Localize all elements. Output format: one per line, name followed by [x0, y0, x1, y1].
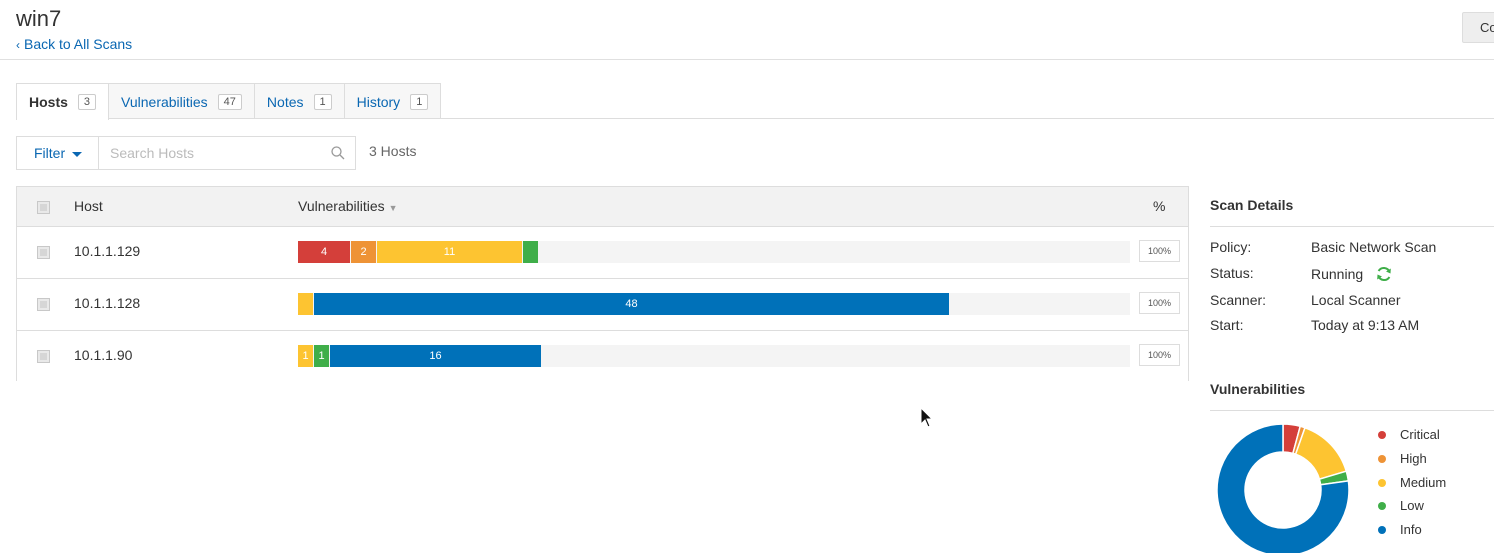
vulnerabilities-divider — [1210, 410, 1494, 411]
filter-label: Filter — [34, 145, 66, 161]
scanner-label: Scanner: — [1210, 292, 1267, 308]
table-row[interactable]: 10.1.1.90 1 1 16 100% — [17, 331, 1188, 383]
tab-count-badge: 47 — [217, 93, 242, 110]
legend-dot — [1378, 454, 1386, 463]
hosts-table: Host Vulnerabilities ▼ % 10.1.1.129 4 2 11 … — [16, 186, 1189, 383]
caret-down-icon — [72, 151, 83, 157]
tab-label: Hosts — [29, 94, 68, 110]
scan-details-divider — [1210, 226, 1494, 227]
status-label: Status: — [1210, 265, 1254, 281]
vulnerabilities-panel-title: Vulnerabilities — [1210, 381, 1306, 397]
search-hosts-input[interactable] — [98, 136, 356, 170]
legend-dot — [1378, 501, 1386, 510]
bar-segment-low[interactable] — [523, 241, 538, 263]
chevron-left-icon: ‹ — [16, 38, 20, 52]
legend-label: Info — [1400, 522, 1422, 537]
policy-value: Basic Network Scan — [1311, 239, 1437, 255]
tab-label: Notes — [266, 93, 304, 110]
legend-info: Info — [1378, 522, 1422, 537]
legend-label: Critical — [1400, 427, 1440, 442]
legend-medium: Medium — [1378, 475, 1446, 490]
bar-segment-critical[interactable]: 4 — [298, 241, 350, 263]
tab-count-badge: 3 — [77, 94, 97, 110]
bar-segment-medium[interactable]: 11 — [377, 241, 522, 263]
bar-segment-medium[interactable] — [298, 293, 313, 315]
legend-low: Low — [1378, 498, 1424, 513]
bar-segment-low[interactable]: 1 — [314, 345, 329, 367]
row-checkbox[interactable] — [37, 298, 50, 311]
column-header-host[interactable]: Host — [74, 198, 103, 214]
column-header-percent[interactable]: % — [1153, 198, 1165, 214]
tab-bar: Hosts 3 Vulnerabilities 47 Notes 1 History 1 — [16, 83, 442, 120]
legend-high: High — [1378, 451, 1427, 466]
start-value: Today at 9:13 AM — [1311, 317, 1420, 333]
host-ip: 10.1.1.90 — [74, 347, 133, 363]
column-header-label: Vulnerabilities — [298, 198, 385, 214]
status-value: Running — [1311, 266, 1364, 282]
search-icon[interactable] — [330, 145, 346, 161]
tab-label: History — [356, 93, 401, 110]
legend-label: Medium — [1400, 475, 1447, 490]
sort-desc-icon: ▼ — [388, 203, 398, 213]
percent-badge: 100% — [1139, 292, 1180, 314]
column-header-vulnerabilities[interactable]: Vulnerabilities ▼ — [298, 198, 398, 214]
top-right-button[interactable]: Co — [1462, 12, 1494, 43]
legend-dot — [1378, 478, 1386, 487]
percent-badge: 100% — [1139, 240, 1180, 262]
row-checkbox[interactable] — [37, 246, 50, 259]
scanner-value: Local Scanner — [1311, 292, 1401, 308]
table-row[interactable]: 10.1.1.128 48 100% — [17, 279, 1188, 331]
legend-label: High — [1400, 451, 1427, 466]
legend-dot — [1378, 525, 1386, 534]
start-label: Start: — [1210, 317, 1244, 333]
tab-history[interactable]: History 1 — [343, 83, 442, 119]
tab-count-badge: 1 — [313, 93, 332, 110]
vulnerability-bar: 1 1 16 — [298, 345, 1130, 367]
donut-slice-medium — [1294, 426, 1348, 481]
host-ip: 10.1.1.129 — [74, 243, 141, 259]
tab-vulnerabilities[interactable]: Vulnerabilities 47 — [108, 83, 255, 119]
host-count: 3 Hosts — [369, 143, 417, 159]
tab-hosts[interactable]: Hosts 3 — [16, 83, 110, 120]
vulnerability-bar: 4 2 11 — [298, 241, 1130, 263]
page-title: win7 — [16, 6, 62, 31]
vulnerability-donut-chart — [1216, 423, 1350, 553]
scan-details-title: Scan Details — [1210, 197, 1294, 213]
table-header: Host Vulnerabilities ▼ % — [17, 187, 1188, 227]
bar-segment-info[interactable]: 16 — [330, 345, 541, 367]
mouse-cursor-icon — [920, 407, 934, 428]
tabs-divider — [16, 118, 1494, 119]
select-all-checkbox[interactable] — [37, 201, 50, 214]
policy-label: Policy: — [1210, 239, 1252, 255]
tab-count-badge: 1 — [410, 93, 429, 110]
table-row[interactable]: 10.1.1.129 4 2 11 100% — [17, 227, 1188, 279]
bar-segment-medium[interactable]: 1 — [298, 345, 313, 367]
host-ip: 10.1.1.128 — [74, 295, 141, 311]
back-to-scans-link[interactable]: ‹ Back to All Scans — [16, 36, 132, 52]
legend-label: Low — [1400, 498, 1424, 513]
bar-segment-high[interactable]: 2 — [351, 241, 376, 263]
filter-dropdown-button[interactable]: Filter — [16, 136, 99, 170]
vulnerability-bar: 48 — [298, 293, 1130, 315]
tab-label: Vulnerabilities — [121, 93, 208, 110]
tab-notes[interactable]: Notes 1 — [253, 83, 345, 119]
back-link-label: Back to All Scans — [24, 36, 133, 52]
refresh-icon — [1377, 266, 1391, 282]
legend-critical: Critical — [1378, 427, 1440, 442]
legend-dot — [1378, 430, 1386, 439]
bar-segment-info[interactable]: 48 — [314, 293, 949, 315]
percent-badge: 100% — [1139, 344, 1180, 366]
header-divider — [0, 59, 1494, 60]
row-checkbox[interactable] — [37, 350, 50, 363]
